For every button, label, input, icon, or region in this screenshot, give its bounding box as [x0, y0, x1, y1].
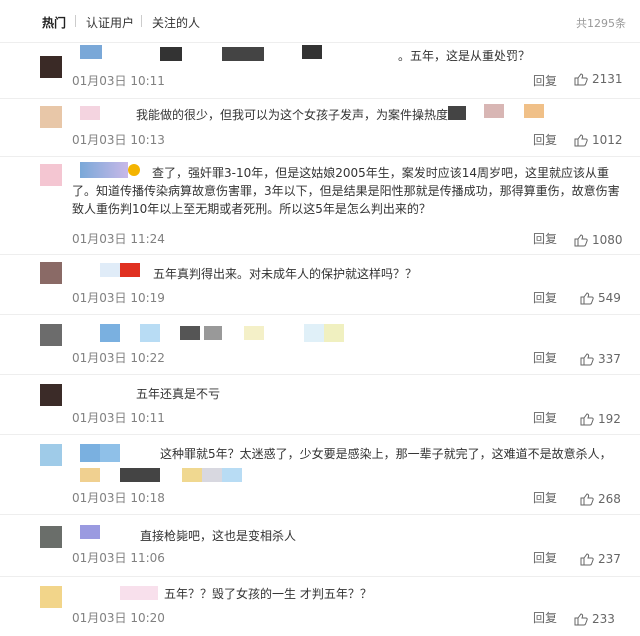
like-count: 268 [598, 492, 621, 506]
redaction-block [180, 326, 200, 340]
like-count: 1080 [592, 233, 623, 247]
reply-button[interactable]: 回复 [533, 609, 557, 626]
reply-button[interactable]: 回复 [533, 549, 557, 566]
avatar[interactable] [40, 106, 62, 128]
tab-divider [75, 15, 76, 27]
thumbs-up-icon [574, 134, 588, 147]
comment-time: 01月03日 10:19 [72, 291, 165, 305]
like-count: 1012 [592, 133, 623, 147]
comment-text: 五年还真是不亏 [136, 387, 221, 401]
username-redacted[interactable] [100, 324, 120, 342]
redaction-block [120, 263, 140, 277]
avatar[interactable] [40, 444, 62, 466]
comment-item: 。五年，这是从重处罚？ 01月03日 10:11 回复 2131 [0, 42, 640, 99]
username-redacted[interactable] [80, 444, 100, 462]
avatar[interactable] [40, 384, 62, 406]
comment-time: 01月03日 10:11 [72, 411, 165, 425]
like-count: 192 [598, 412, 621, 426]
comment-text: 查了，强奸罪3-10年，但是这姑娘2005年生，案发时应该14周岁吧，这里就应该… [72, 166, 620, 216]
comment-time: 01月03日 11:06 [72, 551, 165, 565]
redaction-block [120, 468, 160, 482]
redaction-block [182, 468, 202, 482]
like-count: 337 [598, 352, 621, 366]
comment-item: 直接枪毙吧，这也是变相杀人 01月03日 11:06 回复 237 [0, 514, 640, 577]
avatar[interactable] [40, 586, 62, 608]
comment-time: 01月03日 10:22 [72, 351, 165, 365]
comment-text: 。五年，这是从重处罚？ [398, 49, 531, 63]
redaction-block [204, 326, 222, 340]
redaction-block [324, 324, 344, 342]
thumbs-up-icon [580, 413, 594, 426]
comment-text: 五年真判得出来。对未成年人的保护就这样吗？？ [153, 267, 418, 281]
redaction-block [448, 106, 466, 120]
comment-item: 这种罪就5年？太迷惑了，少女要是感染上，那一辈子就完了，这难道不是故意杀人， 0… [0, 434, 640, 515]
reply-button[interactable]: 回复 [533, 289, 557, 306]
username-redacted[interactable] [80, 525, 100, 539]
comment-item: 五年真判得出来。对未成年人的保护就这样吗？？ 01月03日 10:19 回复 5… [0, 254, 640, 315]
comment-time: 01月03日 10:20 [72, 611, 165, 625]
reply-button[interactable]: 回复 [533, 489, 557, 506]
comment-item: 01月03日 10:22 回复 337 [0, 314, 640, 375]
comment-item: 五年？？毁了女孩的一生 才判五年？？ 01月03日 10:20 回复 233 [0, 576, 640, 636]
redaction-block [80, 468, 100, 482]
redaction-block [202, 468, 222, 482]
reply-button[interactable]: 回复 [533, 72, 557, 89]
reply-button[interactable]: 回复 [533, 409, 557, 426]
username-redacted[interactable] [120, 586, 158, 600]
thumbs-up-icon [580, 553, 594, 566]
reply-button[interactable]: 回复 [533, 131, 557, 148]
comment-tabs: 热门 认证用户 关注的人 共1295条 [0, 0, 640, 43]
thumbs-up-icon [580, 353, 594, 366]
thumbs-up-icon [574, 73, 588, 86]
like-count: 549 [598, 291, 621, 305]
redaction-block [140, 324, 160, 342]
tab-following[interactable]: 关注的人 [152, 14, 200, 31]
comment-time: 01月03日 10:13 [72, 133, 165, 147]
tab-divider [141, 15, 142, 27]
thumbs-up-icon [574, 613, 588, 626]
comment-text: 直接枪毙吧，这也是变相杀人 [140, 529, 297, 543]
comment-text: 我能做的很少，但我可以为这个女孩子发声，为案件操热度。 [136, 108, 461, 122]
comment-text: 这种罪就5年？太迷惑了，少女要是感染上，那一辈子就完了，这难道不是故意杀人， [160, 447, 612, 461]
thumbs-up-icon [580, 292, 594, 305]
comment-text: 五年？？毁了女孩的一生 才判五年？？ [164, 587, 372, 601]
reply-button[interactable]: 回复 [533, 230, 557, 247]
reply-button[interactable]: 回复 [533, 349, 557, 366]
redaction-block [304, 324, 324, 342]
comment-total-count: 共1295条 [576, 17, 626, 30]
comment-time: 01月03日 10:18 [72, 491, 165, 505]
redaction-block [222, 468, 242, 482]
redaction-block [484, 104, 504, 118]
redaction-block [222, 47, 264, 61]
like-count: 233 [592, 612, 615, 626]
redaction-block [524, 104, 544, 118]
comment-time: 01月03日 11:24 [72, 232, 165, 246]
username-redacted[interactable] [80, 106, 100, 120]
comment-item: 查了，强奸罪3-10年，但是这姑娘2005年生，案发时应该14周岁吧，这里就应该… [0, 156, 640, 255]
avatar[interactable] [40, 526, 62, 548]
redaction-block [100, 444, 120, 462]
like-count: 2131 [592, 72, 623, 86]
tab-hot[interactable]: 热门 [42, 14, 66, 31]
like-count: 237 [598, 552, 621, 566]
redaction-block [302, 45, 322, 59]
thumbs-up-icon [580, 493, 594, 506]
avatar[interactable] [40, 262, 62, 284]
redaction-block [244, 326, 264, 340]
username-redacted[interactable] [100, 263, 120, 277]
username-redacted[interactable] [80, 45, 102, 59]
thumbs-up-icon [574, 234, 588, 247]
avatar[interactable] [40, 56, 62, 78]
tab-verified-users[interactable]: 认证用户 [86, 14, 134, 31]
comment-item: 我能做的很少，但我可以为这个女孩子发声，为案件操热度。 01月03日 10:13… [0, 98, 640, 157]
comment-time: 01月03日 10:11 [72, 74, 165, 88]
avatar[interactable] [40, 164, 62, 186]
redaction-block [160, 47, 182, 61]
avatar[interactable] [40, 324, 62, 346]
comment-item: 五年还真是不亏 01月03日 10:11 回复 192 [0, 374, 640, 435]
